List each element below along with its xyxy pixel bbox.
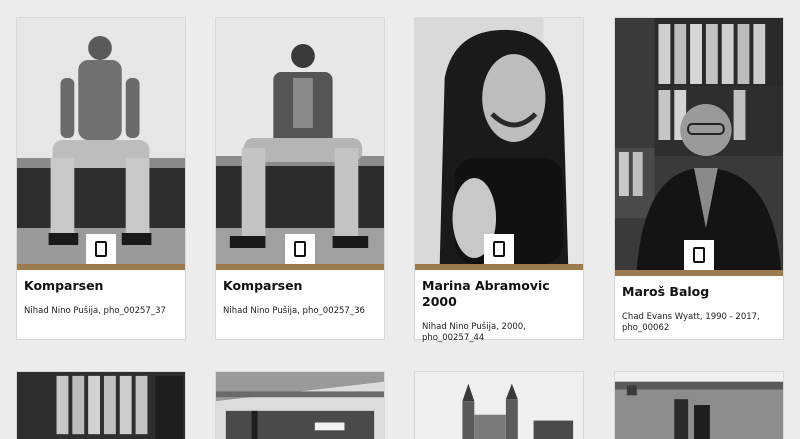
card-meta: Nihad Nino Pušija, pho_00257_37 bbox=[24, 306, 166, 316]
frame-icon[interactable] bbox=[484, 234, 514, 264]
card-meta: Chad Evans Wyatt, 1990 - 2017, pho_00062 bbox=[622, 312, 760, 333]
artwork-card[interactable]: Maroš Balog Chad Evans Wyatt, 1990 - 201… bbox=[614, 17, 784, 340]
artwork-photo[interactable] bbox=[17, 18, 185, 264]
artwork-card[interactable]: Komparsen Nihad Nino Pušija, pho_00257_3… bbox=[215, 17, 385, 340]
card-title[interactable]: Komparsen bbox=[17, 270, 185, 294]
artwork-card[interactable]: Marina Abramovic 2000 Nihad Nino Pušija,… bbox=[414, 17, 584, 343]
card-meta: Nihad Nino Pušija, pho_00257_36 bbox=[223, 306, 365, 316]
card-meta: Nihad Nino Pušija, 2000, pho_00257_44 bbox=[422, 322, 526, 343]
frame-icon[interactable] bbox=[285, 234, 315, 264]
artwork-card[interactable]: Komparsen Nihad Nino Pušija, pho_00257_3… bbox=[16, 17, 186, 340]
artwork-photo[interactable] bbox=[414, 371, 584, 439]
artwork-photo[interactable] bbox=[16, 371, 186, 439]
card-title[interactable]: Komparsen bbox=[216, 270, 384, 294]
artwork-photo[interactable] bbox=[415, 18, 583, 264]
artwork-photo[interactable] bbox=[215, 371, 385, 439]
card-title[interactable]: Maroš Balog bbox=[615, 276, 783, 300]
frame-icon[interactable] bbox=[86, 234, 116, 264]
card-title[interactable]: Marina Abramovic 2000 bbox=[415, 270, 583, 310]
frame-icon[interactable] bbox=[684, 240, 714, 270]
artwork-photo[interactable] bbox=[614, 371, 784, 439]
artwork-photo[interactable] bbox=[216, 18, 384, 264]
artwork-photo[interactable] bbox=[615, 18, 783, 270]
